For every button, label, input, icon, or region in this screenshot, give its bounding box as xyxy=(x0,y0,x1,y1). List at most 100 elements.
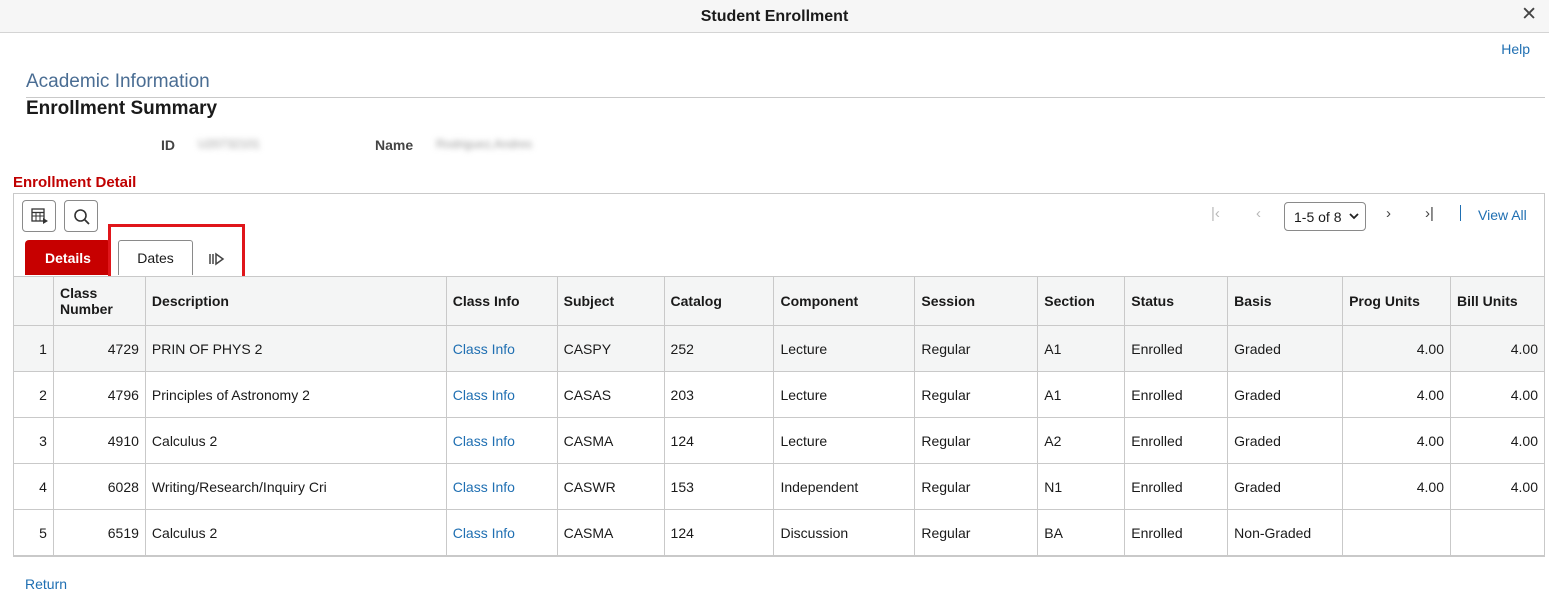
grid-personalize-icon xyxy=(31,208,48,224)
section-cell: A1 xyxy=(1037,325,1126,372)
section-cell: A2 xyxy=(1037,417,1126,464)
basis-cell: Graded xyxy=(1227,325,1344,372)
prog-units-cell: 4.00 xyxy=(1342,371,1451,418)
description-cell: Calculus 2 xyxy=(144,509,447,556)
section-cell: A1 xyxy=(1037,371,1126,418)
basis-cell: Non-Graded xyxy=(1227,509,1344,556)
close-icon[interactable]: ✕ xyxy=(1521,5,1537,25)
basis-cell: Graded xyxy=(1227,463,1344,510)
section-title: Academic Information xyxy=(26,71,210,92)
class-number-cell: 4796 xyxy=(52,371,146,418)
column-header-status[interactable]: Status xyxy=(1124,276,1229,326)
session-cell: Regular xyxy=(914,509,1039,556)
enrollment-table: Class Number Description Class Info Subj… xyxy=(13,276,1546,556)
catalog-cell: 252 xyxy=(663,325,775,372)
row-number: 4 xyxy=(13,463,54,510)
page-range-value: 1-5 of 8 xyxy=(1294,209,1342,225)
prog-units-cell xyxy=(1342,509,1451,556)
class-info-link[interactable]: Class Info xyxy=(445,371,558,418)
catalog-cell: 153 xyxy=(663,463,775,510)
class-info-link[interactable]: Class Info xyxy=(445,509,558,556)
column-header-bill-units[interactable]: Bill Units xyxy=(1449,276,1546,326)
personalize-grid-button[interactable] xyxy=(22,200,56,232)
show-all-columns-button[interactable] xyxy=(208,252,226,269)
session-cell: Regular xyxy=(914,371,1039,418)
column-header-session[interactable]: Session xyxy=(914,276,1039,326)
column-header-class-number[interactable]: Class Number xyxy=(52,276,146,326)
return-link[interactable]: Return xyxy=(25,576,67,592)
page-title: Enrollment Summary xyxy=(26,98,218,119)
description-cell: Writing/Research/Inquiry Cri xyxy=(144,463,447,510)
column-header-component[interactable]: Component xyxy=(773,276,916,326)
chevron-down-icon xyxy=(1349,213,1359,220)
column-header-prog-units[interactable]: Prog Units xyxy=(1342,276,1451,326)
id-value: U20732101 xyxy=(198,137,261,151)
previous-page-icon[interactable]: ‹ xyxy=(1256,205,1261,222)
subject-cell: CASMA xyxy=(556,509,665,556)
column-header-section[interactable]: Section xyxy=(1037,276,1126,326)
bill-units-cell: 4.00 xyxy=(1449,463,1546,510)
catalog-cell: 203 xyxy=(663,371,775,418)
status-cell: Enrolled xyxy=(1124,463,1229,510)
subject-cell: CASWR xyxy=(556,463,665,510)
section-cell: N1 xyxy=(1037,463,1126,510)
component-cell: Lecture xyxy=(773,417,916,464)
component-cell: Lecture xyxy=(773,371,916,418)
name-value: Rodriguez,Andres xyxy=(436,137,533,151)
prog-units-cell: 4.00 xyxy=(1342,325,1451,372)
name-label: Name xyxy=(375,137,414,153)
class-number-cell: 6028 xyxy=(52,463,146,510)
status-cell: Enrolled xyxy=(1124,509,1229,556)
status-cell: Enrolled xyxy=(1124,417,1229,464)
subject-cell: CASAS xyxy=(556,371,665,418)
table-header-row: Class Number Description Class Info Subj… xyxy=(13,276,1546,326)
page-range-select[interactable]: 1-5 of 8 xyxy=(1284,202,1366,231)
table-row: 4 6028 Writing/Research/Inquiry Cri Clas… xyxy=(13,463,1546,510)
column-header-basis[interactable]: Basis xyxy=(1227,276,1344,326)
table-row: 5 6519 Calculus 2 Class Info CASMA 124 D… xyxy=(13,509,1546,556)
bill-units-cell xyxy=(1449,509,1546,556)
class-info-link[interactable]: Class Info xyxy=(445,463,558,510)
description-cell: Principles of Astronomy 2 xyxy=(144,371,447,418)
status-cell: Enrolled xyxy=(1124,371,1229,418)
section-cell: BA xyxy=(1037,509,1126,556)
view-all-link[interactable]: View All xyxy=(1478,207,1527,223)
row-number: 2 xyxy=(13,371,54,418)
catalog-cell: 124 xyxy=(663,509,775,556)
session-cell: Regular xyxy=(914,463,1039,510)
tab-dates[interactable]: Dates xyxy=(118,240,193,275)
column-header-class-info[interactable]: Class Info xyxy=(445,276,558,326)
help-link[interactable]: Help xyxy=(1501,41,1530,57)
first-page-icon[interactable]: |‹ xyxy=(1211,205,1220,222)
last-page-icon[interactable]: ›| xyxy=(1425,205,1434,222)
column-header-description[interactable]: Description xyxy=(144,276,447,326)
title-bar: Student Enrollment ✕ xyxy=(0,0,1549,33)
row-number: 5 xyxy=(13,509,54,556)
component-cell: Lecture xyxy=(773,325,916,372)
row-number: 1 xyxy=(13,325,54,372)
next-page-icon[interactable]: › xyxy=(1386,205,1391,222)
subject-cell: CASMA xyxy=(556,417,665,464)
description-cell: Calculus 2 xyxy=(144,417,447,464)
class-info-link[interactable]: Class Info xyxy=(445,417,558,464)
grid-heading: Enrollment Detail xyxy=(13,174,137,191)
column-header-subject[interactable]: Subject xyxy=(556,276,665,326)
prog-units-cell: 4.00 xyxy=(1342,463,1451,510)
tab-details[interactable]: Details xyxy=(25,240,111,275)
find-button[interactable] xyxy=(64,200,98,232)
class-info-link[interactable]: Class Info xyxy=(445,325,558,372)
column-header-catalog[interactable]: Catalog xyxy=(663,276,775,326)
session-cell: Regular xyxy=(914,417,1039,464)
column-header-row-number xyxy=(13,276,54,326)
table-row: 3 4910 Calculus 2 Class Info CASMA 124 L… xyxy=(13,417,1546,464)
class-number-cell: 4729 xyxy=(52,325,146,372)
bill-units-cell: 4.00 xyxy=(1449,325,1546,372)
row-number: 3 xyxy=(13,417,54,464)
session-cell: Regular xyxy=(914,325,1039,372)
pager-divider xyxy=(1460,205,1461,221)
id-label: ID xyxy=(161,137,175,153)
description-cell: PRIN OF PHYS 2 xyxy=(144,325,447,372)
window-title: Student Enrollment xyxy=(700,8,849,25)
table-row: 1 4729 PRIN OF PHYS 2 Class Info CASPY 2… xyxy=(13,325,1546,372)
status-cell: Enrolled xyxy=(1124,325,1229,372)
